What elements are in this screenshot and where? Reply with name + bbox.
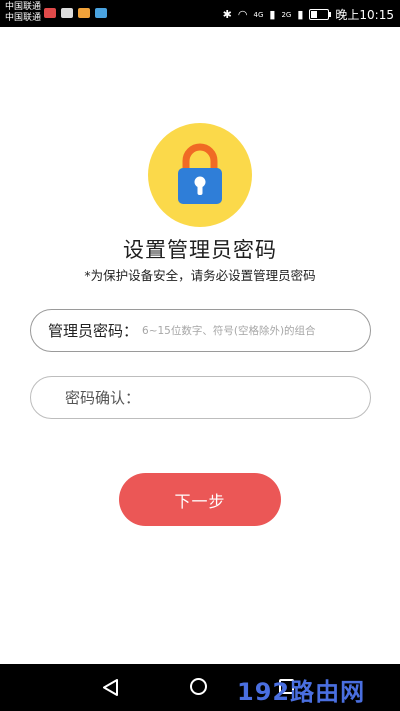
admin-password-input[interactable] [142, 324, 370, 337]
lock-graphic [178, 143, 222, 204]
bluetooth-icon: ✱ [222, 8, 232, 21]
network-2g-label: 2G [281, 10, 292, 19]
confirm-password-field[interactable]: 密码确认： [30, 376, 371, 419]
wechat-icon [61, 8, 73, 18]
signal-icon-2: ▮ [297, 8, 304, 21]
carrier-line-2: 中国联通 [5, 13, 42, 23]
health-icon [44, 8, 56, 18]
lock-icon [148, 123, 252, 227]
back-icon[interactable] [103, 679, 119, 696]
carrier-line-1: 中国联通 [5, 2, 42, 12]
wifi-icon: ◠ [237, 8, 248, 21]
confirm-password-input[interactable] [144, 391, 370, 404]
next-button[interactable]: 下一步 [119, 473, 281, 526]
network-4g-label: 4G [253, 10, 264, 19]
admin-password-label: 管理员密码： [48, 322, 139, 340]
battery-icon [309, 9, 332, 20]
status-icons: ✱ ◠ 4G ▮ 2G ▮ 晚上10:15 [223, 6, 394, 23]
page-subtitle: *为保护设备安全，请务必设置管理员密码 [84, 268, 316, 283]
signal-icon: ▮ [269, 8, 276, 21]
app-icon [95, 8, 107, 18]
watermark-logo: 192路由网 [237, 678, 366, 706]
notification-icons [44, 8, 107, 18]
carrier-info: 中国联通 中国联通 [5, 2, 41, 24]
home-icon[interactable] [190, 678, 207, 695]
weibo-icon [78, 8, 90, 18]
page-title: 设置管理员密码 [123, 238, 277, 262]
status-bar: 中国联通 中国联通 ✱ ◠ 4G ▮ 2G ▮ 晚上10:15 [0, 0, 400, 27]
admin-password-field[interactable]: 管理员密码： [30, 309, 371, 352]
status-time: 晚上10:15 [335, 8, 394, 22]
battery-level [311, 11, 317, 18]
confirm-password-label: 密码确认： [65, 389, 141, 407]
